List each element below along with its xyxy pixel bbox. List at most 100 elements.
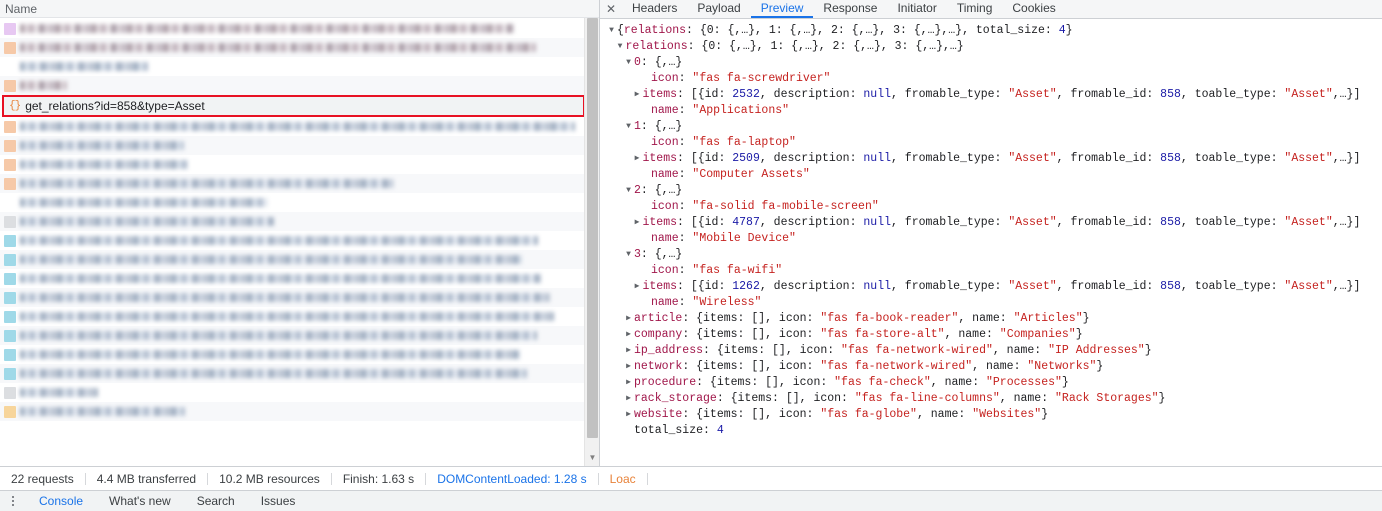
json-tree-line[interactable]: ▶ rack_storage: {items: [], icon: "fas fa… <box>606 391 1382 407</box>
request-row[interactable] <box>0 307 599 326</box>
drawer-tab-issues[interactable]: Issues <box>248 491 309 511</box>
json-tree-line[interactable]: ▶ items: [{id: 2532, description: null, f… <box>606 87 1382 103</box>
status-resources: 10.2 MB resources <box>207 472 331 485</box>
tab-initiator[interactable]: Initiator <box>887 0 946 18</box>
json-tree-line[interactable]: ▶ items: [{id: 4787, description: null, f… <box>606 215 1382 231</box>
collapsed-arrow-icon[interactable]: ▶ <box>623 311 634 327</box>
json-tree-line[interactable]: ▶ network: {items: [], icon: "fas fa-netw… <box>606 359 1382 375</box>
close-icon[interactable]: ✕ <box>600 0 622 18</box>
json-tree-line[interactable]: name: "Computer Assets" <box>606 167 1382 183</box>
request-type-icon <box>4 386 16 399</box>
kebab-menu-icon[interactable] <box>0 496 26 506</box>
drawer-tab-search[interactable]: Search <box>184 491 248 511</box>
json-tree-line[interactable]: ▼ 1: {,…} <box>606 119 1382 135</box>
json-file-icon: {} <box>9 99 21 112</box>
request-row[interactable] <box>0 231 599 250</box>
json-line-text: rack_storage: {items: [], icon: "fas fa-… <box>634 392 1166 405</box>
request-type-icon <box>4 139 16 152</box>
collapsed-arrow-icon[interactable]: ▶ <box>623 391 634 407</box>
request-type-icon <box>4 253 16 266</box>
tab-preview[interactable]: Preview <box>750 0 814 18</box>
expanded-arrow-icon[interactable]: ▼ <box>615 39 626 55</box>
request-row[interactable] <box>0 212 599 231</box>
json-tree-line[interactable]: name: "Applications" <box>606 103 1382 119</box>
tab-timing[interactable]: Timing <box>947 0 1003 18</box>
request-row[interactable] <box>0 250 599 269</box>
expanded-arrow-icon[interactable]: ▼ <box>623 119 634 135</box>
json-tree-line[interactable]: name: "Mobile Device" <box>606 231 1382 247</box>
json-tree-line[interactable]: ▼ 3: {,…} <box>606 247 1382 263</box>
json-line-text: icon: "fa-solid fa-mobile-screen" <box>651 200 879 213</box>
json-tree-line[interactable]: ▶ article: {items: [], icon: "fas fa-book… <box>606 311 1382 327</box>
collapsed-arrow-icon[interactable]: ▶ <box>632 215 643 231</box>
column-header-name[interactable]: Name <box>0 0 599 18</box>
json-tree-line[interactable]: icon: "fas fa-screwdriver" <box>606 71 1382 87</box>
json-tree-line[interactable]: ▶ company: {items: [], icon: "fas fa-stor… <box>606 327 1382 343</box>
request-row[interactable] <box>0 136 599 155</box>
json-tree-line[interactable]: ▼ {relations: {0: {,…}, 1: {,…}, 2: {,…},… <box>606 23 1382 39</box>
json-tree-line[interactable]: ▼ relations: {0: {,…}, 1: {,…}, 2: {,…}, … <box>606 39 1382 55</box>
request-type-icon <box>4 197 16 209</box>
tab-payload[interactable]: Payload <box>687 0 750 18</box>
request-rows[interactable] <box>0 19 599 466</box>
collapsed-arrow-icon[interactable]: ▶ <box>623 375 634 391</box>
request-row[interactable] <box>0 155 599 174</box>
json-preview-tree[interactable]: ▼ {relations: {0: {,…}, 1: {,…}, 2: {,…},… <box>600 19 1382 466</box>
expanded-arrow-icon[interactable]: ▼ <box>623 247 634 263</box>
tab-headers[interactable]: Headers <box>622 0 687 18</box>
request-type-icon <box>4 234 16 247</box>
request-row[interactable] <box>0 174 599 193</box>
json-tree-line[interactable]: icon: "fas fa-laptop" <box>606 135 1382 151</box>
request-type-icon <box>4 22 16 35</box>
request-name-redacted <box>20 388 98 397</box>
json-line-text: 1: {,…} <box>634 120 683 133</box>
collapsed-arrow-icon[interactable]: ▶ <box>623 407 634 423</box>
json-tree-line[interactable]: ▶ items: [{id: 2509, description: null, f… <box>606 151 1382 167</box>
request-row[interactable] <box>0 117 599 136</box>
request-row[interactable] <box>0 57 599 76</box>
tab-response[interactable]: Response <box>813 0 887 18</box>
request-row[interactable] <box>0 193 599 212</box>
status-load: Loac <box>597 472 647 485</box>
scroll-down-arrow-icon[interactable]: ▼ <box>585 453 599 463</box>
request-type-icon <box>4 310 16 323</box>
request-row[interactable] <box>0 19 599 38</box>
json-tree-line[interactable]: name: "Wireless" <box>606 295 1382 311</box>
request-row[interactable] <box>0 269 599 288</box>
request-row[interactable] <box>0 288 599 307</box>
collapsed-arrow-icon[interactable]: ▶ <box>632 279 643 295</box>
json-tree-line[interactable]: ▶ ip_address: {items: [], icon: "fas fa-n… <box>606 343 1382 359</box>
request-type-icon <box>4 158 16 171</box>
request-row[interactable] <box>0 383 599 402</box>
json-tree-line[interactable]: icon: "fa-solid fa-mobile-screen" <box>606 199 1382 215</box>
request-row[interactable] <box>0 38 599 57</box>
json-tree-line[interactable]: icon: "fas fa-wifi" <box>606 263 1382 279</box>
expanded-arrow-icon[interactable]: ▼ <box>623 55 634 71</box>
collapsed-arrow-icon[interactable]: ▶ <box>623 359 634 375</box>
json-tree-line[interactable]: total_size: 4 <box>606 423 1382 439</box>
json-tree-line[interactable]: ▼ 0: {,…} <box>606 55 1382 71</box>
request-row[interactable] <box>0 76 599 95</box>
collapsed-arrow-icon[interactable]: ▶ <box>623 327 634 343</box>
expanded-arrow-icon[interactable]: ▼ <box>623 183 634 199</box>
json-tree-line[interactable]: ▼ 2: {,…} <box>606 183 1382 199</box>
request-row[interactable] <box>0 326 599 345</box>
request-list-scrollbar[interactable]: ▼ <box>584 18 599 466</box>
request-name-redacted <box>20 274 541 283</box>
request-row[interactable] <box>0 364 599 383</box>
request-row[interactable] <box>0 345 599 364</box>
drawer-tab-console[interactable]: Console <box>26 491 96 511</box>
selected-request-row[interactable]: {} get_relations?id=858&type=Asset <box>2 95 585 117</box>
json-tree-line[interactable]: ▶ website: {items: [], icon: "fas fa-glob… <box>606 407 1382 423</box>
collapsed-arrow-icon[interactable]: ▶ <box>623 343 634 359</box>
tab-cookies[interactable]: Cookies <box>1002 0 1065 18</box>
request-row[interactable] <box>0 402 599 421</box>
detail-tabs: Headers Payload Preview Response Initiator Ti… <box>622 0 1066 18</box>
expanded-arrow-icon[interactable]: ▼ <box>606 23 617 39</box>
json-tree-line[interactable]: ▶ procedure: {items: [], icon: "fas fa-ch… <box>606 375 1382 391</box>
json-tree-line[interactable]: ▶ items: [{id: 1262, description: null, f… <box>606 279 1382 295</box>
collapsed-arrow-icon[interactable]: ▶ <box>632 151 643 167</box>
scrollbar-thumb[interactable] <box>587 18 598 438</box>
drawer-tab-what-s-new[interactable]: What's new <box>96 491 184 511</box>
collapsed-arrow-icon[interactable]: ▶ <box>632 87 643 103</box>
